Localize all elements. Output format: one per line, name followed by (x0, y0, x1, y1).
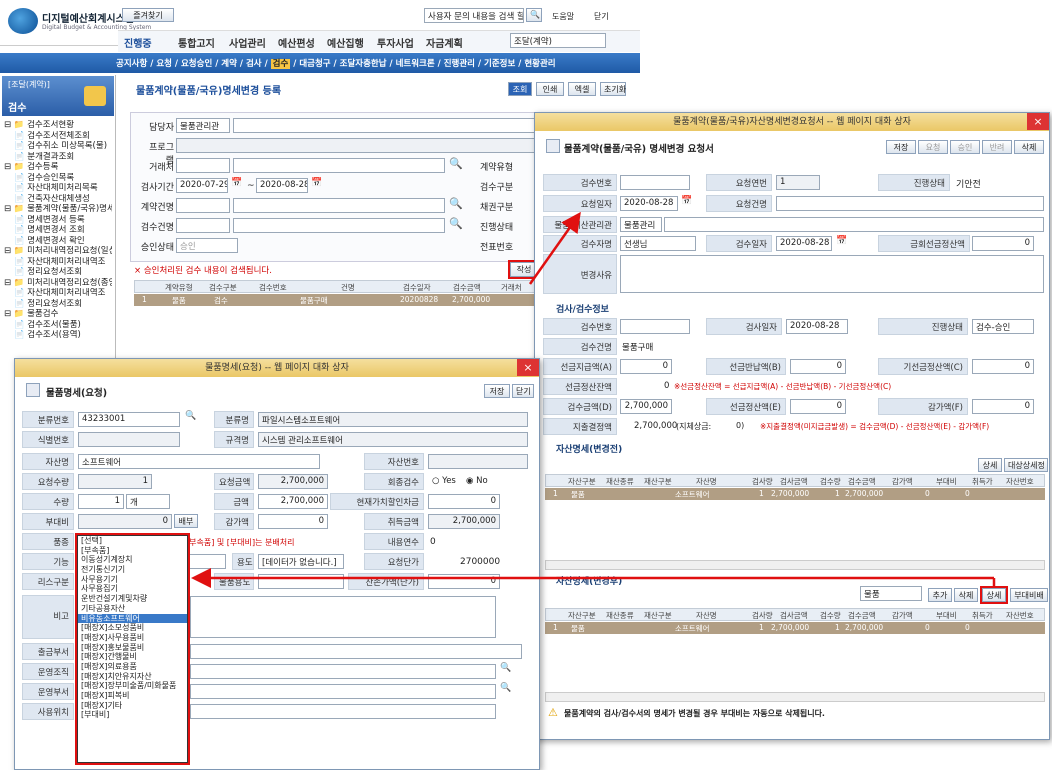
arrow-write-to-request (528, 211, 581, 285)
annotation-arrows (191, 211, 996, 588)
